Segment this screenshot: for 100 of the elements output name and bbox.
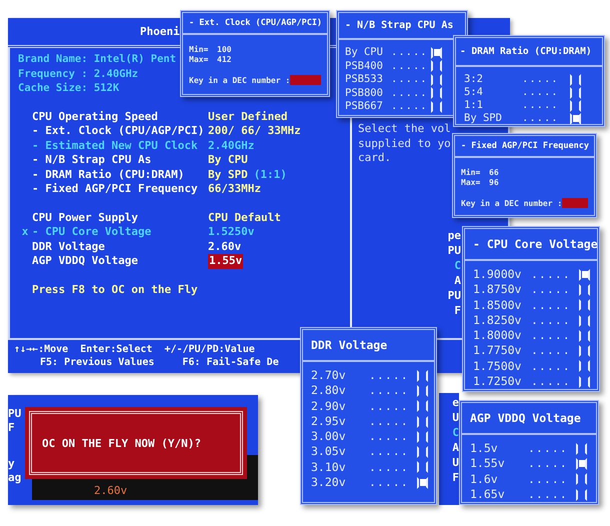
popup-title: - DRAM Ratio (CPU:DRAM) [456,38,602,67]
setting-value[interactable]: User Defined [208,110,288,124]
disabled-marker: x [22,225,28,240]
setting-label[interactable]: AGP VDDQ Voltage [32,254,208,268]
option-item[interactable]: 1.9000v ..... [473,267,591,282]
option-bracket[interactable] [417,416,428,428]
option-bracket[interactable] [417,400,428,412]
text-fragment: ag [8,471,22,485]
help-text: card. [358,151,392,166]
setting-value[interactable]: 2.60v [208,240,242,254]
text-fragment: F [452,470,459,485]
option-bracket[interactable] [579,284,590,296]
option-bracket[interactable] [431,87,442,100]
setting-value[interactable]: 1.55v [208,254,244,268]
text-fragment: F [8,421,16,435]
option-item[interactable]: 3.20v ..... [311,475,428,490]
option-item[interactable]: 1.6v ..... [470,472,590,487]
option-bracket[interactable] [579,299,590,312]
option-item[interactable]: By SPD ..... [464,112,596,124]
option-bracket[interactable] [576,488,587,501]
option-item[interactable]: 2.90v ..... [311,398,428,414]
setting-label[interactable]: CPU Power Supply [32,210,208,225]
option-item[interactable]: 1.8250v ..... [473,312,591,328]
option-bracket[interactable] [417,476,428,489]
setting-label[interactable]: - Ext. Clock (CPU/AGP/PCI) [32,124,208,138]
popup-title: DDR Voltage [303,330,434,362]
setting-label[interactable]: DDR Voltage [32,240,208,254]
option-item[interactable]: 1.5v ..... [470,441,590,456]
text-fragment: PU [448,243,461,258]
setting-value[interactable]: CPU Default [208,210,281,225]
text-fragment: A [454,273,461,288]
popup-title: - Ext. Clock (CPU/AGP/PCI) [183,13,327,35]
option-bracket[interactable] [417,446,428,458]
option-item[interactable]: 1.55v ..... [470,456,590,472]
option-bracket[interactable] [570,74,581,86]
setting-value[interactable]: 66/33MHz [208,182,261,196]
option-item[interactable]: 1.8500v ..... [473,298,591,313]
option-item[interactable]: 3.05v ..... [311,444,428,460]
option-bracket[interactable] [576,473,587,486]
key-hint: Enter:Select [80,343,152,356]
input-field[interactable] [290,75,321,85]
option-item[interactable]: 1.7250v ..... [473,374,591,389]
option-item[interactable]: 1.8000v ..... [473,328,591,344]
option-item[interactable]: 2.95v ..... [311,414,428,430]
text-fragment: A [452,440,459,455]
cpu-info-line: Cache Size: 512K [18,81,120,96]
prompt-text: Key in a DEC number : [461,198,562,208]
setting-value: 2.60v [94,484,128,497]
option-bracket[interactable] [579,345,590,358]
option-bracket[interactable] [579,268,590,281]
option-bracket[interactable] [570,112,581,124]
option-item[interactable]: 5:4 ..... [464,86,596,99]
option-bracket[interactable] [417,384,428,397]
input-field[interactable] [562,198,588,208]
option-item[interactable]: 3.00v ..... [311,429,428,444]
text-fragment: y [8,457,16,471]
range-value: 96 [489,178,499,188]
option-item[interactable]: 2.70v ..... [311,368,428,384]
setting-value[interactable]: By SPD [208,168,248,182]
option-bracket[interactable] [579,314,590,327]
key-hint: ↑↓→←:Move [14,343,68,356]
option-item[interactable]: 1.8750v ..... [473,282,591,298]
option-item[interactable]: 2.80v ..... [311,383,428,399]
option-bracket[interactable] [431,46,442,59]
text-fragment: e [452,395,459,410]
option-bracket[interactable] [417,430,428,443]
option-bracket[interactable] [431,74,442,86]
setting-label[interactable]: - N/B Strap CPU As [32,153,208,168]
range-value: 100 [217,45,232,55]
option-item[interactable]: 1:1 ..... [464,99,596,112]
setting-value[interactable]: By CPU [208,153,248,168]
option-bracket[interactable] [570,86,581,98]
option-bracket[interactable] [579,376,590,388]
range-label: Min= [189,45,210,55]
option-bracket[interactable] [431,100,442,113]
option-item[interactable]: 1.65v ..... [470,486,590,502]
option-bracket[interactable] [417,461,428,474]
range-label: Max= [461,178,482,188]
option-item[interactable]: 3.10v ..... [311,460,428,476]
setting-label[interactable]: - DRAM Ratio (CPU:DRAM) [32,168,208,182]
option-item[interactable]: 1.7500v ..... [473,358,591,374]
option-bracket[interactable] [417,370,428,382]
cpu-info-line: Brand Name: Intel(R) Pent [18,52,176,66]
option-item[interactable]: 1.7750v ..... [473,343,591,359]
option-bracket[interactable] [576,442,587,455]
option-bracket[interactable] [579,330,590,342]
setting-label[interactable]: CPU Operating Speed [32,110,208,124]
option-bracket[interactable] [579,360,590,372]
dialog-message: OC ON THE FLY NOW (Y/N)? [42,436,201,450]
range-value: 66 [489,168,499,178]
popup-title: - CPU Core Voltage [465,229,597,261]
option-bracket[interactable] [570,100,581,112]
option-item[interactable]: 3:2 ..... [464,73,596,86]
key-hint: F6: Fail-Safe De [182,356,279,369]
setting-value[interactable]: 200/ 66/ 33MHz [208,124,301,138]
option-bracket[interactable] [576,458,587,470]
text-fragment: C [452,425,459,440]
setting-label[interactable]: - Fixed AGP/PCI Frequency [32,182,208,196]
option-bracket[interactable] [431,60,442,72]
text-fragment: pe [448,228,461,243]
